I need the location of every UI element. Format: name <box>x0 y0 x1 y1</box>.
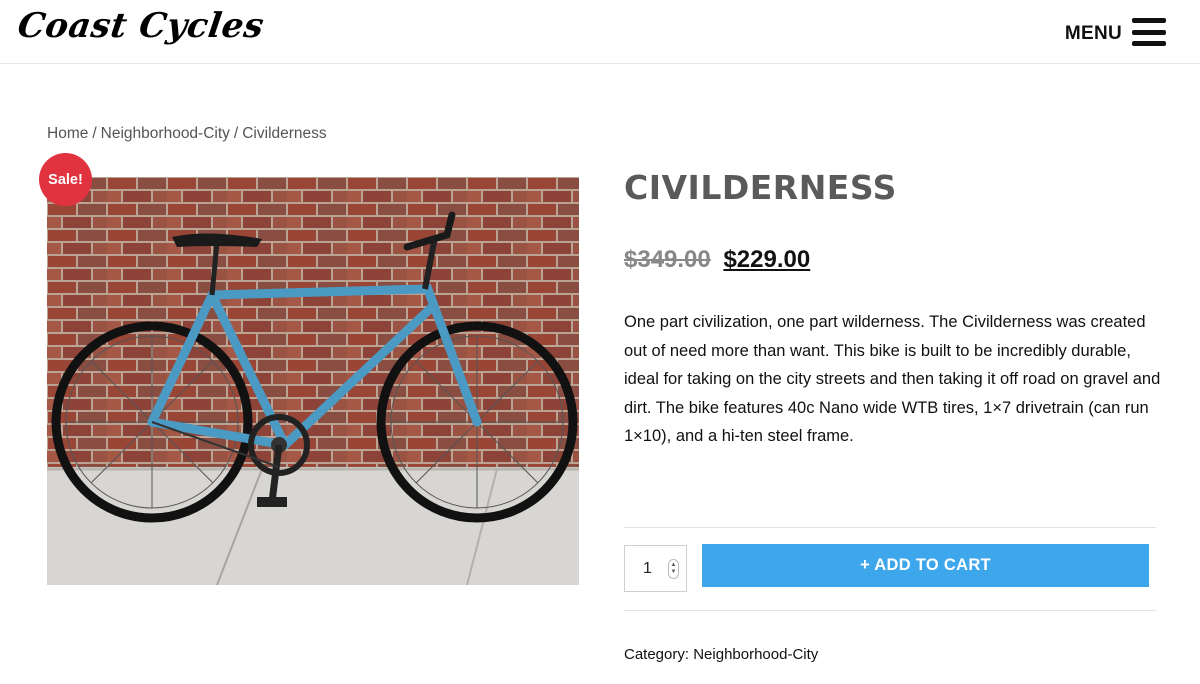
category-link[interactable]: Neighborhood-City <box>693 646 818 663</box>
breadcrumb: Home / Neighborhood-City / Civilderness <box>47 125 327 143</box>
price: $349.00 $229.00 <box>624 246 810 274</box>
quantity-input[interactable]: 1 ▲ ▼ <box>624 545 687 592</box>
divider <box>624 610 1156 611</box>
menu-button[interactable]: MENU <box>1065 18 1166 46</box>
breadcrumb-current: Civilderness <box>242 125 327 142</box>
product-image[interactable] <box>47 177 579 585</box>
product-title: Civilderness <box>624 168 897 207</box>
menu-label: MENU <box>1064 22 1122 44</box>
breadcrumb-separator: / <box>233 125 239 142</box>
breadcrumb-home[interactable]: Home <box>47 125 88 142</box>
old-price: $349.00 <box>624 246 711 273</box>
hamburger-icon <box>1132 18 1166 46</box>
bike-photo <box>47 177 579 585</box>
add-to-cart-button[interactable]: + ADD TO CART <box>702 544 1149 587</box>
divider <box>624 527 1156 528</box>
product-description: One part civilization, one part wilderne… <box>624 313 1161 445</box>
site-logo[interactable]: Coast Cycles <box>15 6 266 46</box>
breadcrumb-separator: / <box>92 125 97 142</box>
product-meta: Category: Neighborhood-City <box>624 646 818 663</box>
quantity-stepper-icon[interactable]: ▲ ▼ <box>668 559 679 579</box>
site-header: Coast Cycles MENU <box>0 0 1200 64</box>
category-label: Category: <box>624 646 690 663</box>
breadcrumb-category[interactable]: Neighborhood-City <box>101 125 230 142</box>
sale-price: $229.00 <box>723 246 811 273</box>
sale-badge: Sale! <box>39 153 92 206</box>
quantity-value: 1 <box>643 559 652 577</box>
